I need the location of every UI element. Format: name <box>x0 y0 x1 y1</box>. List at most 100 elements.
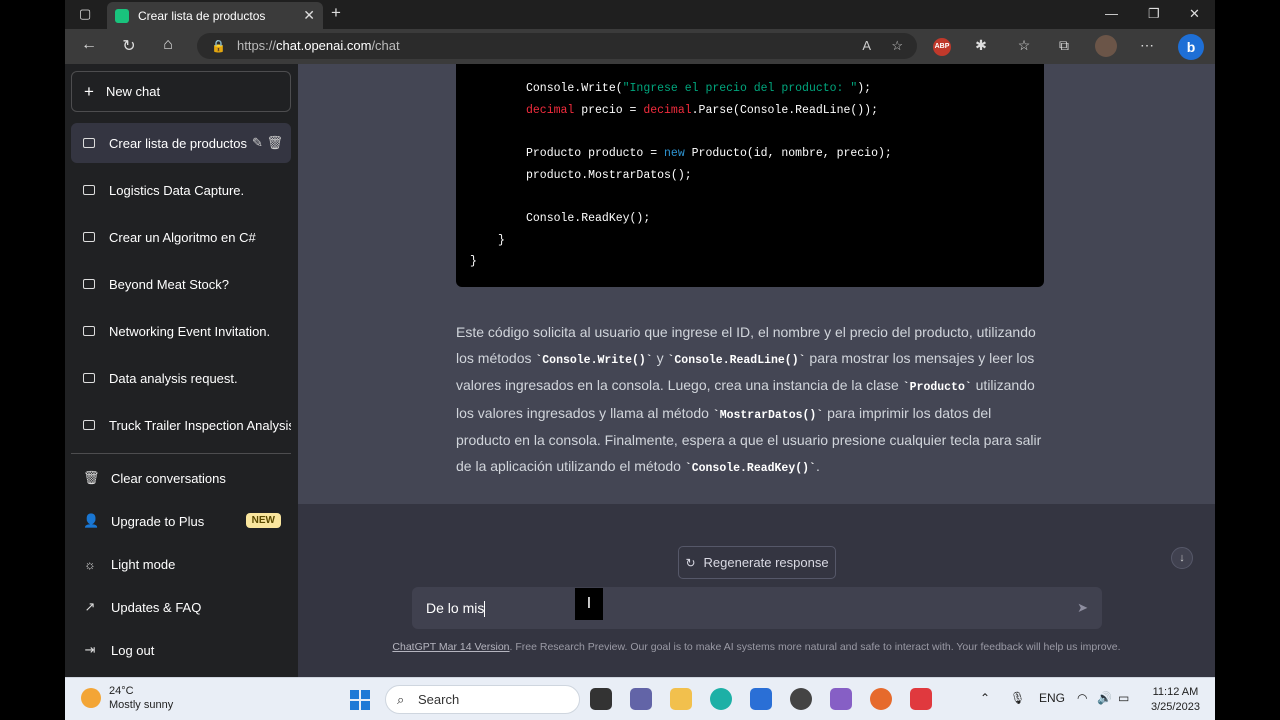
more-menu-icon[interactable]: ⋯ <box>1136 37 1158 54</box>
close-window-icon[interactable]: ✕ <box>1189 6 1200 22</box>
new-chat-button[interactable]: + New chat <box>71 71 291 112</box>
language-indicator[interactable]: ENG <box>1039 691 1065 705</box>
upgrade-to-plus-button[interactable]: 👤 Upgrade to Plus NEW <box>71 501 291 541</box>
assistant-message: Este código solicita al usuario que ingr… <box>456 324 1042 475</box>
back-icon[interactable]: ← <box>78 36 100 54</box>
external-link-icon: ↗ <box>84 599 96 614</box>
weather-widget[interactable]: 24°C Mostly sunny <box>81 684 173 712</box>
start-icon[interactable] <box>350 690 370 710</box>
date: 3/25/2023 <box>1151 701 1200 713</box>
chat-bubble-icon <box>83 326 95 336</box>
url-scheme: https:// <box>237 38 277 53</box>
updates-faq-link[interactable]: ↗ Updates & FAQ <box>71 587 291 627</box>
url-host: chat.openai.com <box>276 38 372 53</box>
sidebar-item-crear-lista[interactable]: Crear lista de productos ✎ 🗑 <box>71 123 291 163</box>
teams-icon[interactable] <box>630 688 652 710</box>
clear-conversations-button[interactable]: 🗑 Clear conversations <box>71 458 291 498</box>
left-letterbox <box>0 0 65 677</box>
regenerate-label: Regenerate response <box>703 555 829 570</box>
maximize-icon[interactable]: ❐ <box>1148 6 1160 22</box>
taskbar-search[interactable]: ⌕ Search <box>385 685 580 714</box>
conversation-label: Data analysis request. <box>109 370 238 386</box>
light-mode-button[interactable]: ☼ Light mode <box>71 544 291 584</box>
chat-bubble-icon <box>83 185 95 195</box>
collections-icon[interactable]: ⧉ <box>1053 37 1075 54</box>
store-icon[interactable] <box>750 688 772 710</box>
favorites-icon[interactable]: ☆ <box>1013 37 1035 54</box>
file-explorer-icon[interactable] <box>670 688 692 710</box>
battery-icon[interactable]: ▭ <box>1118 691 1129 705</box>
sidebar-item-logistics[interactable]: Logistics Data Capture. <box>71 170 291 210</box>
sidebar-item-algoritmo[interactable]: Crear un Algoritmo en C# <box>71 217 291 257</box>
task-view-icon[interactable] <box>590 688 612 710</box>
volume-icon[interactable]: 🔊 <box>1097 691 1112 705</box>
tab-close-icon[interactable]: ✕ <box>303 7 315 24</box>
address-bar-row: ← ↻ ⌂ 🔒 https://chat.openai.com/chat A ☆… <box>65 29 1215 64</box>
conversation-label: Logistics Data Capture. <box>109 182 245 198</box>
browser-tab[interactable]: Crear lista de productos ✕ <box>107 2 323 29</box>
home-icon[interactable]: ⌂ <box>157 36 179 54</box>
scroll-down-icon[interactable]: ↓ <box>1171 547 1193 569</box>
tab-actions-icon[interactable]: ▢ <box>79 6 91 22</box>
refresh-icon[interactable]: ↻ <box>118 36 140 56</box>
openai-favicon-icon <box>115 8 129 23</box>
url-field[interactable]: 🔒 https://chat.openai.com/chat A ☆ <box>197 33 917 59</box>
code-line: producto.MostrarDatos(); <box>526 169 692 182</box>
minimize-icon[interactable]: — <box>1105 6 1118 21</box>
sidebar-item-data-analysis[interactable]: Data analysis request. <box>71 358 291 398</box>
favorite-star-icon[interactable]: ☆ <box>891 33 903 59</box>
menu-label: Updates & FAQ <box>111 599 202 615</box>
right-letterbox <box>1215 0 1280 677</box>
code-line: } <box>470 255 477 268</box>
send-icon[interactable]: ➤ <box>1077 587 1088 629</box>
url-path: /chat <box>371 38 400 53</box>
sidebar-item-truck-trailer[interactable]: Truck Trailer Inspection Analysis <box>71 405 291 445</box>
sun-icon <box>81 688 101 708</box>
sidebar-item-beyond-meat[interactable]: Beyond Meat Stock? <box>71 264 291 304</box>
title-bar: ▢ Crear lista de productos ✕ + — ❐ ✕ <box>65 0 1215 29</box>
tray-chevron-icon[interactable]: ⌃ <box>980 691 990 705</box>
weather-text: Mostly sunny <box>109 699 174 711</box>
text-caret <box>484 601 486 618</box>
chat-bubble-icon <box>83 373 95 383</box>
browser-window: ▢ Crear lista de productos ✕ + — ❐ ✕ ← ↻… <box>65 0 1215 677</box>
edge-icon[interactable] <box>710 688 732 710</box>
sidebar-item-networking[interactable]: Networking Event Invitation. <box>71 311 291 351</box>
visual-studio-icon[interactable] <box>830 688 852 710</box>
code-block: Console.Write("Ingrese el precio del pro… <box>456 64 1044 287</box>
bing-icon[interactable]: b <box>1178 34 1204 60</box>
log-out-button[interactable]: ⇥ Log out <box>71 630 291 670</box>
conversation-label: Beyond Meat Stock? <box>109 276 229 292</box>
code-line: decimal precio = decimal.Parse(Console.R… <box>526 104 878 117</box>
time: 11:12 AM <box>1152 686 1199 698</box>
regenerate-response-button[interactable]: ↻ Regenerate response <box>678 546 836 579</box>
chat-bubble-icon <box>83 232 95 242</box>
logout-icon: ⇥ <box>84 642 96 657</box>
wifi-icon[interactable]: ◠ <box>1077 691 1087 705</box>
adblock-icon[interactable]: ABP <box>933 38 951 56</box>
sun-icon: ☼ <box>84 556 96 572</box>
microphone-icon[interactable]: 🎙 <box>1010 691 1025 705</box>
code-line: } <box>498 234 505 247</box>
clock[interactable]: 11:12 AM 3/25/2023 <box>1151 685 1200 715</box>
code-line: Console.Write("Ingrese el precio del pro… <box>526 82 872 95</box>
menu-label: Upgrade to Plus <box>111 513 205 529</box>
extensions-icon[interactable]: ✱ <box>970 37 992 54</box>
firefox-icon[interactable] <box>870 688 892 710</box>
refresh-icon: ↻ <box>685 555 696 570</box>
dell-icon[interactable] <box>790 688 812 710</box>
code-line: Console.ReadKey(); <box>526 212 651 225</box>
read-aloud-icon[interactable]: A <box>862 33 871 59</box>
new-badge: NEW <box>245 513 281 528</box>
input-value: De lo mis <box>426 600 485 616</box>
new-tab-icon[interactable]: + <box>331 3 341 23</box>
message-input[interactable]: De lo mis ➤ <box>412 587 1102 629</box>
version-link[interactable]: ChatGPT Mar 14 Version <box>392 641 509 653</box>
profile-avatar[interactable] <box>1095 35 1117 57</box>
tab-title: Crear lista de productos <box>138 8 266 23</box>
conversation-label: Crear lista de productos <box>109 135 248 151</box>
temperature: 24°C <box>109 685 134 697</box>
edit-delete-icons[interactable]: ✎ 🗑 <box>252 135 283 151</box>
new-chat-label: New chat <box>105 84 161 99</box>
recorder-icon[interactable] <box>910 688 932 710</box>
